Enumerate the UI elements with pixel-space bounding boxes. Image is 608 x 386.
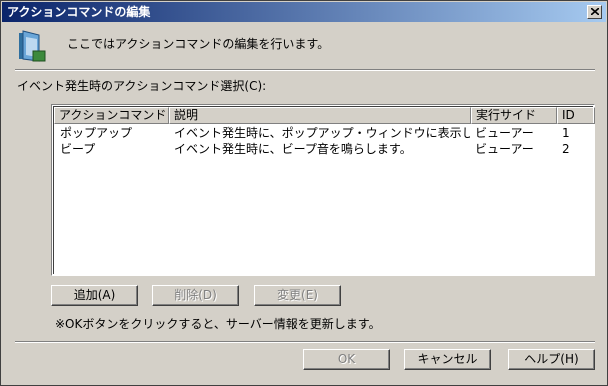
change-button[interactable]: 変更(E) (254, 285, 341, 306)
column-header-description[interactable]: 説明 (169, 107, 471, 124)
monitor-icon (19, 30, 46, 62)
header-description: ここではアクションコマンドの編集を行います。 (67, 37, 330, 51)
action-command-list[interactable]: アクションコマンド 説明 実行サイド ID ポップアップ イベント発生時に、ポッ… (51, 104, 595, 276)
cell-command: ビープ (60, 142, 96, 156)
cell-id: 2 (562, 142, 570, 156)
table-row[interactable]: ポップアップ イベント発生時に、ポップアップ・ウィンドウに表示します。 ビューア… (54, 125, 593, 141)
add-button-label: 追加(A) (73, 288, 116, 302)
help-button[interactable]: ヘルプ(H) (508, 349, 595, 370)
close-button[interactable] (587, 5, 602, 19)
change-button-label: 変更(E) (277, 288, 318, 302)
column-header-command[interactable]: アクションコマンド (54, 107, 169, 124)
add-button[interactable]: 追加(A) (51, 285, 138, 306)
delete-button-label: 削除(D) (174, 288, 217, 302)
footer-separator (15, 341, 595, 343)
window-title: アクションコマンドの編集 (7, 5, 151, 19)
cell-side: ビューアー (475, 142, 534, 156)
ok-button-label: OK (337, 352, 356, 366)
dialog-window: アクションコマンドの編集 ここではアクションコマンドの編集を行います。 イベント… (0, 0, 608, 386)
update-note: ※OKボタンをクリックすると、サーバー情報を更新します。 (55, 317, 381, 331)
column-header-id[interactable]: ID (557, 107, 595, 124)
list-header: アクションコマンド 説明 実行サイド ID (54, 107, 595, 124)
title-bar[interactable]: アクションコマンドの編集 (2, 2, 606, 22)
delete-button[interactable]: 削除(D) (152, 285, 239, 306)
help-button-label: ヘルプ(H) (524, 352, 579, 366)
column-header-side[interactable]: 実行サイド (471, 107, 557, 124)
cell-side: ビューアー (475, 126, 534, 140)
cancel-button[interactable]: キャンセル (404, 349, 491, 370)
close-icon (591, 8, 599, 15)
ok-button[interactable]: OK (303, 349, 390, 370)
cell-description: イベント発生時に、ポップアップ・ウィンドウに表示します。 (174, 126, 470, 140)
command-select-label: イベント発生時のアクションコマンド選択(C): (17, 79, 267, 93)
cell-command: ポップアップ (60, 126, 133, 140)
table-row[interactable]: ビープ イベント発生時に、ビープ音を鳴らします。 ビューアー 2 (54, 141, 593, 157)
cancel-button-label: キャンセル (417, 352, 478, 366)
header-separator (15, 69, 595, 71)
cell-description: イベント発生時に、ビープ音を鳴らします。 (174, 142, 412, 156)
cell-id: 1 (562, 126, 570, 140)
